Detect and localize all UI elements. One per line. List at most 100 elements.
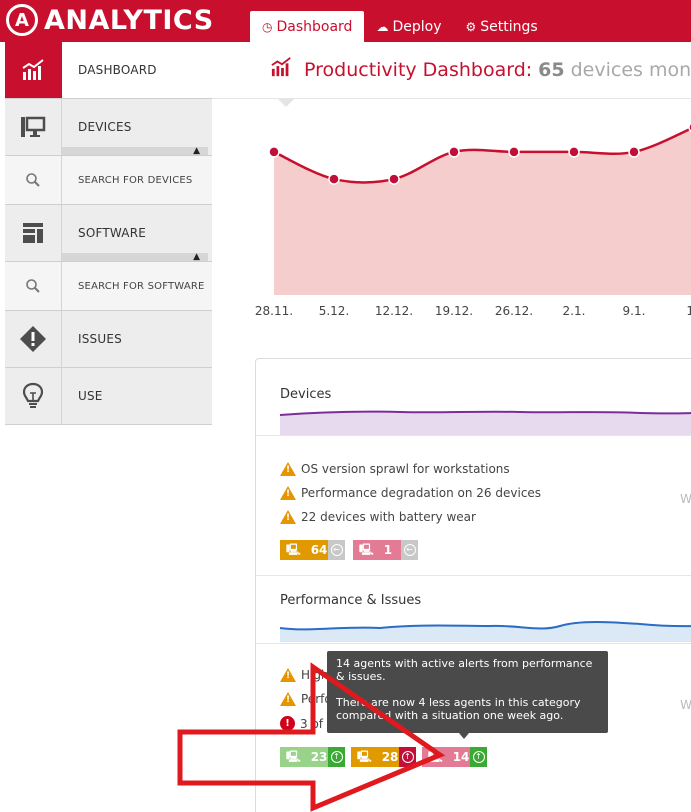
- issue-item[interactable]: ! 3 of: [280, 716, 323, 731]
- sidebar-item-use[interactable]: USE: [5, 368, 212, 425]
- chart-point-0[interactable]: [268, 146, 280, 158]
- sidebar-item-dashboard[interactable]: DASHBOARD: [5, 42, 212, 99]
- issue-item[interactable]: High: [280, 668, 329, 682]
- warning-icon: [280, 510, 296, 524]
- app-logo[interactable]: A ANALYTICS: [6, 2, 214, 38]
- warning-icon: [280, 668, 296, 682]
- chart-icon: [5, 42, 62, 98]
- collapse-toggle[interactable]: ▲: [62, 252, 208, 262]
- arrow-up-icon: ↑: [401, 751, 414, 763]
- alert-diamond-icon: [5, 311, 62, 367]
- badge-performance-14[interactable]: 🖳 14: [422, 747, 470, 767]
- gears-icon: ⚙: [465, 19, 477, 34]
- tab-settings[interactable]: ⚙ Settings: [453, 11, 549, 42]
- warning-icon: [280, 486, 296, 500]
- badge-value: 23: [310, 750, 328, 764]
- badge-tooltip: 14 agents with active alerts from perfor…: [327, 651, 608, 733]
- monitor-icon: 🖳: [286, 749, 301, 763]
- tab-label: Dashboard: [276, 18, 353, 35]
- monitor-icon: 🖳: [357, 749, 372, 763]
- page-title-suffix: devices monito: [570, 59, 691, 81]
- chart-point-4[interactable]: [508, 146, 520, 158]
- x-tick-label: 19.12.: [435, 304, 473, 318]
- x-tick-label: 12.12.: [375, 304, 413, 318]
- badge-devices-64[interactable]: 🖳 64: [280, 540, 328, 560]
- logo-mark: A: [6, 4, 38, 36]
- devices-sparkline: [280, 410, 691, 435]
- tab-dashboard[interactable]: ◷ Dashboard: [250, 11, 365, 42]
- issue-text: 3 of: [300, 716, 324, 731]
- sidebar-item-issues[interactable]: ISSUES: [5, 311, 212, 368]
- trend-up-button[interactable]: ↑: [399, 747, 416, 767]
- device-count: 65: [538, 59, 565, 81]
- summary-cards: Devices OS version sprawl for workstatio…: [255, 358, 691, 812]
- badge-value: 64: [310, 543, 328, 557]
- issue-item[interactable]: Performance degradation on 26 devices: [280, 486, 541, 500]
- trend-left-button[interactable]: ←: [328, 540, 345, 560]
- sidebar: DASHBOARD DEVICES ▲ SEARCH FOR DEVICES S…: [5, 42, 212, 425]
- arrow-left-icon: ←: [330, 544, 343, 556]
- x-tick-label: 16: [686, 304, 691, 318]
- sidebar-item-label: ISSUES: [78, 332, 122, 346]
- header-pointer: [278, 99, 294, 107]
- chart-point-3[interactable]: [448, 146, 460, 158]
- monitor-icon: [5, 99, 62, 155]
- productivity-chart: 28.11. 5.12. 12.12. 19.12. 26.12. 2.1. 9.1. 16: [255, 122, 691, 318]
- tab-label: Deploy: [392, 18, 442, 35]
- main-tabs: ◷ Dashboard ☁ Deploy ⚙ Settings: [250, 11, 550, 42]
- issue-text: 22 devices with battery wear: [301, 510, 476, 524]
- sidebar-item-devices[interactable]: DEVICES ▲: [5, 99, 212, 156]
- tab-label: Settings: [480, 18, 538, 35]
- x-tick-label: 5.12.: [319, 304, 350, 318]
- bulb-icon: [5, 368, 62, 424]
- sidebar-item-label: USE: [78, 389, 103, 403]
- search-icon: [5, 156, 62, 204]
- badge-devices-1[interactable]: 🖳 1: [353, 540, 401, 560]
- section-title: Devices: [280, 387, 332, 402]
- badge-performance-28[interactable]: 🖳 28: [351, 747, 399, 767]
- issue-text: OS version sprawl for workstations: [301, 462, 510, 476]
- x-tick-label: 9.1.: [623, 304, 646, 318]
- tooltip-line: 14 agents with active alerts from perfor…: [336, 657, 593, 683]
- sidebar-item-software[interactable]: SOFTWARE ▲: [5, 205, 212, 262]
- section-divider: [256, 643, 691, 644]
- issue-item[interactable]: 22 devices with battery wear: [280, 510, 476, 524]
- arrow-left-icon: ←: [403, 544, 416, 556]
- sidebar-item-label: SEARCH FOR SOFTWARE: [78, 280, 205, 292]
- search-icon: [5, 262, 62, 310]
- sidebar-item-label: SEARCH FOR DEVICES: [78, 174, 193, 186]
- x-tick-label: 2.1.: [563, 304, 586, 318]
- chart-point-2[interactable]: [388, 173, 400, 185]
- trend-up-button[interactable]: ↑: [470, 747, 487, 767]
- sidebar-item-search-software[interactable]: SEARCH FOR SOFTWARE: [5, 262, 212, 311]
- chart-point-6[interactable]: [628, 146, 640, 158]
- chart-icon: [270, 56, 294, 84]
- trend-left-button[interactable]: ←: [401, 540, 418, 560]
- issue-item[interactable]: OS version sprawl for workstations: [280, 462, 510, 476]
- logo-text: ANALYTICS: [44, 4, 214, 36]
- layout-icon: [5, 205, 62, 261]
- badge-performance-23[interactable]: 🖳 23: [280, 747, 328, 767]
- chart-point-5[interactable]: [568, 146, 580, 158]
- issue-text: Performance degradation on 26 devices: [301, 486, 542, 500]
- badge-value: 1: [383, 543, 393, 557]
- x-tick-label: 28.11.: [255, 304, 293, 318]
- top-bar: A ANALYTICS ◷ Dashboard ☁ Deploy ⚙ Setti…: [0, 0, 691, 42]
- monitor-icon: 🖳: [359, 542, 374, 556]
- performance-sparkline: [280, 621, 691, 642]
- monitor-icon: 🖳: [286, 542, 301, 556]
- tab-deploy[interactable]: ☁ Deploy: [364, 11, 453, 42]
- performance-badges: 🖳 23 ↑ 🖳 28 ↑ 🖳 14 ↑: [280, 747, 495, 767]
- collapse-toggle[interactable]: ▲: [62, 146, 208, 156]
- devices-section: Devices OS version sprawl for workstatio…: [256, 359, 691, 575]
- truncated-text: W: [680, 492, 691, 506]
- tooltip-line: There are now 4 less agents in this cate…: [336, 696, 581, 722]
- issue-item[interactable]: Perfo: [280, 692, 332, 706]
- triangle-up-icon: ▲: [193, 146, 200, 156]
- sidebar-item-search-devices[interactable]: SEARCH FOR DEVICES: [5, 156, 212, 205]
- error-icon: !: [280, 716, 295, 731]
- cloud-icon: ☁: [376, 19, 389, 34]
- chart-point-1[interactable]: [328, 173, 340, 185]
- arrow-up-icon: ↑: [330, 751, 343, 763]
- trend-up-button[interactable]: ↑: [328, 747, 345, 767]
